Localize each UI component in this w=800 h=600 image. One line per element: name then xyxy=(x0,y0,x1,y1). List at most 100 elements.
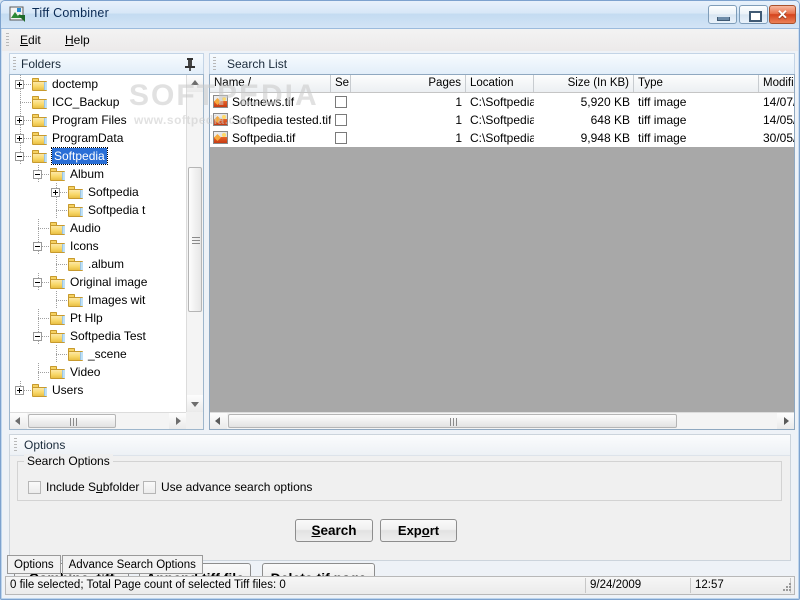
advance-search-label[interactable]: Use advance search options xyxy=(161,480,312,494)
column-header-size-in-kb[interactable]: Size (In KB) xyxy=(534,75,634,92)
expand-icon[interactable] xyxy=(15,80,24,89)
row-select-checkbox[interactable] xyxy=(335,114,347,126)
tree-item[interactable]: ICC_Backup xyxy=(10,93,186,111)
tree-guide xyxy=(38,219,39,237)
maximize-icon xyxy=(749,11,762,22)
options-panel-caption: Options xyxy=(10,435,790,456)
tree-item[interactable]: Album xyxy=(10,165,186,183)
row-select-checkbox[interactable] xyxy=(335,132,347,144)
list-horizontal-scrollbar[interactable] xyxy=(210,412,794,429)
search-button[interactable]: Search xyxy=(295,519,373,542)
tree-item[interactable]: doctemp xyxy=(10,75,186,93)
column-header-type[interactable]: Type xyxy=(634,75,759,92)
tree-item[interactable]: Images wit xyxy=(10,291,186,309)
tree-scroll-right-button[interactable] xyxy=(169,413,186,429)
options-panel-gripper[interactable] xyxy=(14,438,17,452)
folder-tree[interactable]: doctemp ICC_Backup Program Files ProgramDat… xyxy=(10,75,186,412)
folder-icon xyxy=(68,258,84,271)
resize-grip-icon[interactable] xyxy=(780,580,792,592)
search-list-view[interactable]: Name / Se Pages Location Size (In KB) Type Mod… xyxy=(209,74,795,430)
tab-advance-search-options[interactable]: Advance Search Options xyxy=(61,555,203,574)
tree-item[interactable]: Softpedia Test xyxy=(10,327,186,345)
row-select-checkbox[interactable] xyxy=(335,96,347,108)
tree-vertical-scrollbar[interactable] xyxy=(186,75,203,412)
tree-item-label: Users xyxy=(52,383,84,397)
folders-panel-gripper[interactable] xyxy=(13,57,16,71)
tree-item[interactable]: .album xyxy=(10,255,186,273)
folder-icon xyxy=(50,366,66,379)
cell-size: 5,920 KB xyxy=(580,95,630,109)
collapse-icon[interactable] xyxy=(33,242,42,251)
folder-icon xyxy=(32,384,48,397)
folder-icon xyxy=(32,78,48,91)
list-scroll-right-button[interactable] xyxy=(777,413,794,429)
tree-item[interactable]: Original image xyxy=(10,273,186,291)
folder-icon xyxy=(50,330,66,343)
tree-item[interactable]: Audio xyxy=(10,219,186,237)
cell-type: tiff image xyxy=(638,131,687,145)
export-button[interactable]: Export xyxy=(380,519,457,542)
tree-item[interactable]: Users xyxy=(10,381,186,399)
tree-scroll-thumb[interactable] xyxy=(188,167,202,312)
folder-icon xyxy=(50,222,66,235)
chevron-right-icon xyxy=(784,417,789,425)
minimize-button[interactable] xyxy=(708,5,737,24)
tree-hscroll-thumb[interactable] xyxy=(28,414,116,428)
column-header-location[interactable]: Location xyxy=(466,75,534,92)
menu-item-help[interactable]: Help xyxy=(59,32,96,48)
column-header-name[interactable]: Name / xyxy=(210,75,331,92)
menu-item-edit[interactable]: Edit xyxy=(14,32,47,48)
tree-item[interactable]: Softpedia xyxy=(10,147,186,165)
tree-item-label: Softpedia xyxy=(51,147,108,165)
collapse-icon[interactable] xyxy=(15,152,24,161)
search-list-empty-area xyxy=(210,147,794,412)
table-row[interactable]: Softpedia tested.tiff 1 C:\Softpedia 648 KB… xyxy=(210,111,794,130)
tree-item-label: Album xyxy=(70,167,105,181)
tree-item[interactable]: Softpedia xyxy=(10,183,186,201)
window-title: Tiff Combiner xyxy=(32,6,109,20)
search-list-gripper[interactable] xyxy=(213,57,216,71)
tree-item[interactable]: Program Files xyxy=(10,111,186,129)
list-scroll-left-button[interactable] xyxy=(210,413,227,429)
tree-item[interactable]: _scene xyxy=(10,345,186,363)
tree-item[interactable]: Softpedia t xyxy=(10,201,186,219)
tree-scroll-down-button[interactable] xyxy=(187,395,203,412)
collapse-icon[interactable] xyxy=(33,332,42,341)
include-subfolder-label[interactable]: Include Subfolder xyxy=(46,480,139,494)
expand-icon[interactable] xyxy=(15,116,24,125)
list-hscroll-thumb[interactable] xyxy=(228,414,677,428)
pin-icon[interactable] xyxy=(184,58,196,71)
table-row[interactable]: Softpedia.tif 1 C:\Softpedia 9,948 KB tiff i… xyxy=(210,129,794,148)
tab-strip: Options Advance Search Options xyxy=(5,555,795,574)
column-header-se[interactable]: Se xyxy=(331,75,351,92)
tree-item[interactable]: Icons xyxy=(10,237,186,255)
column-header-modified[interactable]: Modified xyxy=(759,75,794,92)
tree-item-label: Program Files xyxy=(52,113,127,127)
tree-item[interactable]: ProgramData xyxy=(10,129,186,147)
close-icon: ✕ xyxy=(777,7,788,22)
menu-gripper[interactable] xyxy=(6,33,9,47)
expand-icon[interactable] xyxy=(51,188,60,197)
tree-horizontal-scrollbar[interactable] xyxy=(10,412,186,429)
expand-icon[interactable] xyxy=(15,134,24,143)
collapse-icon[interactable] xyxy=(33,170,42,179)
cell-pages: 1 xyxy=(455,131,462,145)
column-header-pages[interactable]: Pages xyxy=(351,75,466,92)
tree-connector xyxy=(56,300,68,301)
tree-item[interactable]: Video xyxy=(10,363,186,381)
maximize-button[interactable] xyxy=(739,5,768,24)
expand-icon[interactable] xyxy=(15,386,24,395)
collapse-icon[interactable] xyxy=(33,278,42,287)
cell-name: Softpedia tested.tiff xyxy=(232,113,331,127)
include-subfolder-checkbox[interactable] xyxy=(28,481,41,494)
tree-item[interactable]: Pt Hlp xyxy=(10,309,186,327)
tree-scroll-up-button[interactable] xyxy=(187,75,203,92)
tab-options[interactable]: Options xyxy=(7,555,61,574)
tree-scroll-left-button[interactable] xyxy=(10,413,27,429)
advance-search-checkbox[interactable] xyxy=(143,481,156,494)
close-button[interactable]: ✕ xyxy=(769,5,796,24)
status-date: 9/24/2009 xyxy=(586,578,691,593)
status-message: 0 file selected; Total Page count of sel… xyxy=(6,578,586,593)
tree-item-label: _scene xyxy=(88,347,127,361)
table-row[interactable]: Softnews.tif 1 C:\Softpedia 5,920 KB tiff im… xyxy=(210,93,794,112)
